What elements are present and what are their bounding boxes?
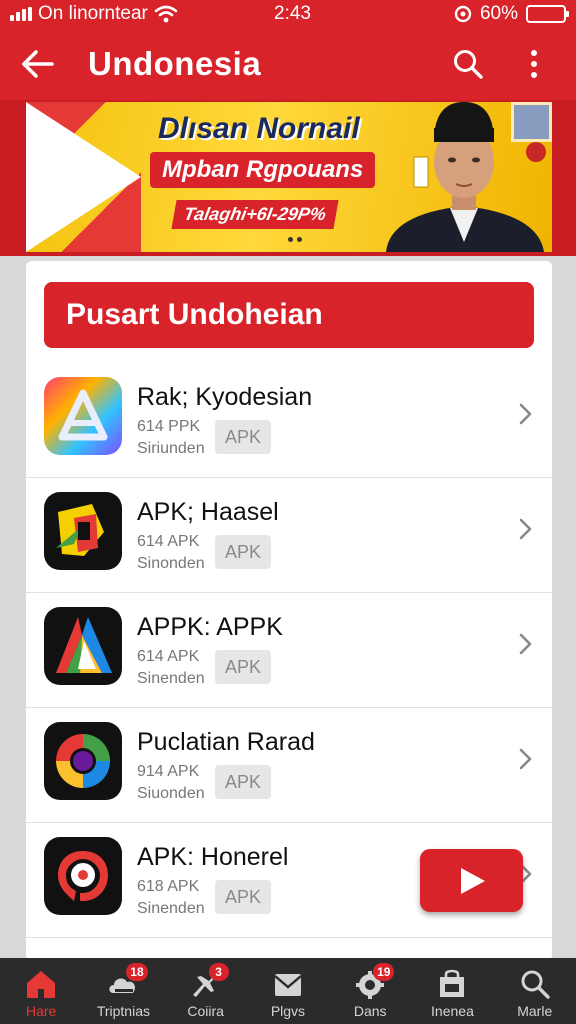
- apk-badge: APK: [215, 535, 271, 569]
- notification-badge: 19: [373, 963, 395, 981]
- app-category: Sinenden: [137, 670, 205, 687]
- chevron-right-icon: [519, 748, 532, 770]
- nav-label: Triptnias: [96, 1003, 150, 1019]
- signal-icon: [10, 7, 32, 21]
- app-size: 914 APK: [137, 763, 200, 780]
- page-title: Undonesia: [88, 45, 262, 82]
- battery-icon: [526, 5, 569, 23]
- app-icon-camera-pin: [44, 837, 122, 915]
- list-item[interactable]: APK; Haasel 614 APK Sinonden APK: [26, 478, 552, 593]
- app-name: Rak; Kyodesian: [137, 383, 313, 411]
- app-category: Sinenden: [137, 900, 205, 917]
- carrier-label: On linorntear: [38, 3, 148, 24]
- app-size: 614 APK: [137, 533, 200, 550]
- section-header: Pusart Undoheian: [44, 282, 534, 348]
- top-bar: On linorntear 2:43 60% Undonesia: [0, 0, 576, 100]
- nav-item-home[interactable]: Hare: [0, 958, 82, 1024]
- list-item[interactable]: Rak; Kyodesian 614 PPK Siriunden APK: [26, 363, 552, 478]
- nav-item-dans[interactable]: 19 Dans: [329, 958, 411, 1024]
- nav-label: Hare: [25, 1003, 57, 1019]
- app-name: Puclatian Rarad: [137, 728, 315, 756]
- app-icon-black-d: [44, 492, 122, 570]
- nav-item-plgvs[interactable]: Plgvs: [247, 958, 329, 1024]
- status-bar: On linorntear 2:43 60%: [0, 0, 576, 28]
- apk-badge: APK: [215, 650, 271, 684]
- more-vertical-icon[interactable]: [512, 42, 556, 86]
- app-category: Sinonden: [137, 555, 205, 572]
- apk-badge: APK: [215, 420, 271, 454]
- play-button[interactable]: [420, 849, 523, 912]
- mail-icon: [274, 974, 302, 996]
- app-bar: Undonesia: [0, 28, 576, 100]
- clock: 2:43: [274, 3, 311, 24]
- nav-label: Marle: [517, 1003, 553, 1019]
- chevron-right-icon: [519, 518, 532, 540]
- app-name: APPK: APPK: [137, 613, 283, 641]
- banner-tagline: Talaghi+6I-29P%: [171, 200, 339, 229]
- app-category: Siuonden: [137, 785, 205, 802]
- nav-label: Inenea: [431, 1003, 474, 1019]
- wifi-icon: [154, 5, 178, 23]
- bottom-nav: Hare 18 Triptnias 3 Coiira Plgvs 19 Dans…: [0, 958, 576, 1024]
- nav-item-coiira[interactable]: 3 Coiira: [165, 958, 247, 1024]
- alarm-icon: [454, 5, 472, 23]
- nav-item-triptnias[interactable]: 18 Triptnias: [82, 958, 164, 1024]
- nav-label: Plgvs: [270, 1003, 306, 1019]
- home-icon: [27, 971, 56, 998]
- store-icon: [440, 969, 465, 997]
- banner-headline: Dlısan Nornail: [158, 112, 360, 145]
- app-icon-ring: [44, 722, 122, 800]
- nav-label: Coiira: [187, 1003, 224, 1019]
- banner-subheadline: Mpban Rgpouans: [150, 152, 376, 188]
- chevron-right-icon: [519, 633, 532, 655]
- app-size: 618 APK: [137, 878, 200, 895]
- notification-badge: 18: [126, 963, 148, 981]
- nav-label: Dans: [353, 1003, 387, 1019]
- play-icon: [460, 867, 485, 894]
- carousel-dots[interactable]: [288, 237, 302, 242]
- nav-item-marle[interactable]: Marle: [494, 958, 576, 1024]
- search-icon[interactable]: [446, 42, 490, 86]
- list-item[interactable]: Puclatian Rarad 914 APK Siuonden APK: [26, 708, 552, 823]
- app-icon-black-a: [44, 607, 122, 685]
- chevron-right-icon: [519, 403, 532, 425]
- app-category: Siriunden: [137, 440, 205, 457]
- apk-badge: APK: [215, 880, 271, 914]
- person-portrait: [386, 102, 552, 252]
- promo-banner[interactable]: Dlısan Nornail Mpban Rgpouans Talaghi+6I…: [0, 100, 576, 256]
- flag-graphic: [26, 102, 141, 252]
- arrow-left-icon[interactable]: [20, 42, 64, 86]
- notification-badge: 3: [208, 963, 229, 981]
- list-item[interactable]: APPK: APPK 614 APK Sinenden APK: [26, 593, 552, 708]
- nav-item-inenea[interactable]: Inenea: [411, 958, 493, 1024]
- battery-percent: 60%: [479, 3, 518, 24]
- app-name: APK: Honerel: [137, 843, 289, 871]
- app-name: APK; Haasel: [137, 498, 279, 526]
- app-size: 614 PPK: [137, 418, 201, 435]
- apk-badge: APK: [215, 765, 271, 799]
- app-size: 614 APK: [137, 648, 200, 665]
- app-icon-rainbow-a: [44, 377, 122, 455]
- search-icon: [521, 970, 550, 999]
